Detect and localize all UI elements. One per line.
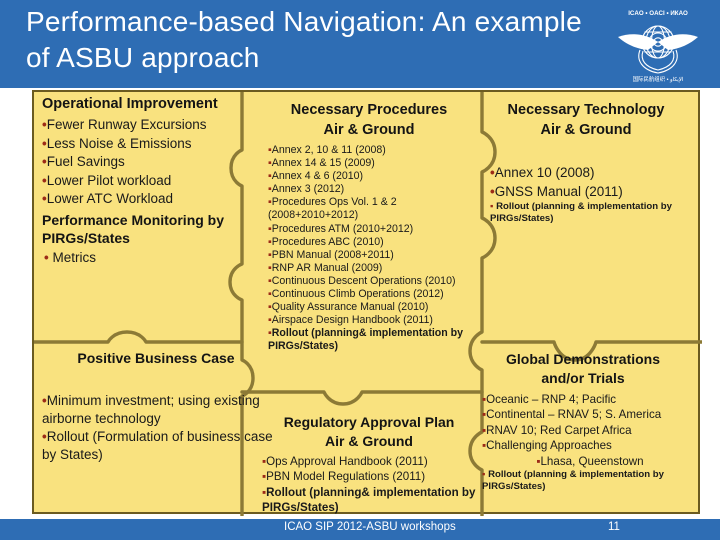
operational-improvement-heading: Operational Improvement [42, 96, 218, 112]
list-item: ▪Annex 14 & 15 (2009) [268, 157, 375, 170]
list-item: •Lower Pilot workload [42, 172, 172, 188]
svg-text:ICAO • OACI • ИКАО: ICAO • OACI • ИКАО [628, 10, 688, 17]
heading-line-2: Air & Ground [540, 122, 632, 138]
performance-monitoring-list: • Metrics [44, 249, 270, 267]
operational-improvement-list: •Fewer Runway Excursions •Less Noise & E… [42, 116, 272, 209]
list-item: •Annex 10 (2008) [490, 165, 595, 180]
list-item: • Metrics [44, 250, 96, 265]
list-item: ▪ Rollout (planning & implementation by … [490, 201, 672, 225]
list-item: •Lower ATC Workload [42, 191, 174, 206]
list-item: ▪Continuous Descent Operations (2010) [268, 274, 456, 287]
business-case-heading: Positive Business Case [77, 350, 235, 366]
icao-emblem-icon: ICAO • OACI • ИКАО 国际民航组织 • الإيكاو [612, 4, 704, 84]
puzzle-board: Operational Improvement •Fewer Runway Ex… [32, 90, 702, 516]
heading-line-1: Necessary Technology [507, 102, 665, 118]
heading-line-2: Air & Ground [325, 433, 413, 449]
regulatory-approval-heading: Regulatory Approval Plan Air & Ground [262, 413, 476, 451]
list-item: ▪Annex 2, 10 & 11 (2008) [268, 144, 386, 156]
heading-line-2: and/or Trials [541, 370, 625, 386]
list-item: ▪PBN Model Regulations (2011) [262, 470, 426, 484]
slide: Performance-based Navigation: An example… [0, 0, 720, 540]
list-item: •Rollout (Formulation of business case b… [42, 429, 273, 462]
necessary-procedures-list: ▪Annex 2, 10 & 11 (2008) ▪Annex 14 & 15 … [268, 144, 480, 354]
regulatory-approval-list: ▪Ops Approval Handbook (2011) ▪PBN Model… [262, 454, 478, 515]
necessary-technology-list: •Annex 10 (2008) •GNSS Manual (2011) ▪ R… [490, 164, 696, 225]
list-item: ▪PBN Manual (2008+2011) [268, 248, 394, 261]
list-item: ▪RNP AR Manual (2009) [268, 261, 383, 274]
heading-line-2: Air & Ground [323, 122, 415, 138]
list-item: ▪Procedures ABC (2010) [268, 235, 384, 248]
heading-line-1: Global Demonstrations [505, 351, 661, 367]
list-item: ▪Annex 4 & 6 (2010) [268, 170, 364, 183]
list-item: •Fuel Savings [42, 154, 125, 169]
list-item: ▪Lhasa, Queenstown [536, 454, 644, 468]
performance-monitoring-heading: Performance Monitoring by PIRGs/States [42, 212, 225, 246]
slide-footer: ICAO SIP 2012-ASBU workshops 11 [0, 519, 720, 540]
list-item: ▪Procedures Ops Vol. 1 & 2 (2008+2010+20… [268, 196, 397, 222]
list-item: •Minimum investment; using existing airb… [42, 393, 260, 426]
footer-label: ICAO SIP 2012-ASBU workshops [284, 521, 456, 533]
heading-line-1: Necessary Procedures [290, 102, 448, 118]
slide-header: Performance-based Navigation: An example… [0, 0, 720, 88]
necessary-procedures-heading: Necessary Procedures Air & Ground [266, 100, 472, 140]
list-item: ▪Continental – RNAV 5; S. America [482, 408, 662, 422]
page-title: Performance-based Navigation: An example… [26, 6, 582, 73]
list-item: ▪Continuous Climb Operations (2012) [268, 288, 444, 301]
global-demonstrations-heading: Global Demonstrations and/or Trials [470, 350, 696, 388]
page-number: 11 [608, 521, 620, 533]
list-item: ▪Rollout (planning& implementation by PI… [268, 327, 464, 353]
heading-line-1: Regulatory Approval Plan [283, 414, 455, 430]
business-case-list: •Minimum investment; using existing airb… [42, 392, 274, 464]
list-item: ▪Procedures ATM (2010+2012) [268, 222, 414, 235]
necessary-technology-heading: Necessary Technology Air & Ground [476, 100, 696, 140]
global-demonstrations-list: ▪Oceanic – RNP 4; Pacific ▪Continental –… [482, 392, 698, 494]
list-item: •Fewer Runway Excursions [42, 117, 207, 132]
list-item: ▪Annex 3 (2012) [268, 183, 345, 196]
list-item: •GNSS Manual (2011) [490, 183, 623, 199]
list-item: ▪Airspace Design Handbook (2011) [268, 314, 433, 327]
list-item: ▪Challenging Approaches [482, 439, 612, 453]
list-item: ▪RNAV 10; Red Carpet Africa [482, 423, 632, 437]
list-item: ▪ Rollout (planning & implementation by … [482, 469, 664, 493]
list-item: ▪Oceanic – RNP 4; Pacific [482, 393, 617, 406]
list-item: ▪Rollout (planning& implementation by PI… [262, 485, 476, 514]
list-item: ▪Quality Assurance Manual (2010) [268, 301, 429, 314]
svg-text:国际民航组织 • الإيكاو: 国际民航组织 • الإيكاو [633, 75, 684, 83]
list-item: ▪Ops Approval Handbook (2011) [262, 455, 428, 468]
list-item: •Less Noise & Emissions [42, 135, 192, 151]
